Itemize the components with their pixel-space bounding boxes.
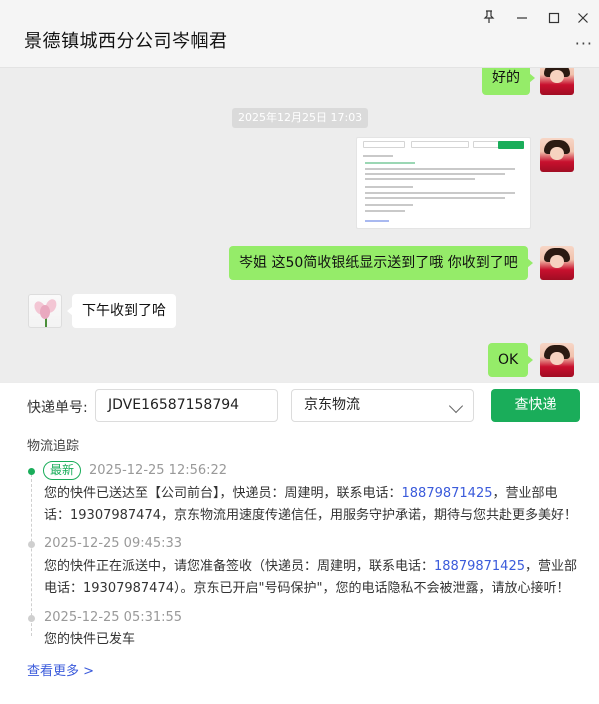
phone-link[interactable]: 18879871425	[402, 486, 493, 501]
event-time: 2025-12-25 05:31:55	[44, 610, 183, 625]
tracking-number-input[interactable]: JDVE16587158794	[95, 389, 278, 422]
event-text: 您的快件已发车	[44, 632, 136, 647]
event-description: 您的快件已送达至【公司前台】，快递员：周建明，联系电话：18879871425，…	[44, 483, 584, 527]
tracking-number-label: 快递单号:	[27, 400, 88, 416]
message-bubble-received[interactable]: 下午收到了哈	[67, 294, 176, 328]
contact-avatar[interactable]	[28, 294, 62, 328]
event-text: 您的快件正在派送中，请您准备签收（快递员：周建明，联系电话：	[44, 559, 435, 574]
message-bubble-sent[interactable]: OK	[488, 343, 534, 377]
timeline-dot	[28, 541, 35, 548]
message-timestamp: 2025年12月25日 17:03	[232, 108, 369, 128]
query-express-button[interactable]: 查快递	[491, 389, 580, 422]
view-more-link[interactable]: 查看更多 >	[27, 660, 94, 679]
event-text: 话：19307987474，京东物流用速度传递信任，用服务守护承诺，期待与您共赴…	[44, 508, 577, 523]
carrier-select[interactable]: 京东物流	[291, 389, 474, 422]
chevron-down-icon	[448, 398, 464, 414]
minimize-icon[interactable]	[511, 10, 533, 32]
my-avatar[interactable]	[540, 246, 574, 280]
event-text: 电话：19307987474）。京东已开启"号码保护"，您的电话隐私不会被泄露，…	[44, 581, 570, 596]
message-image-screenshot[interactable]	[356, 137, 531, 229]
event-text: ，营业部	[525, 559, 578, 574]
close-icon[interactable]	[572, 10, 594, 32]
chat-title: 景德镇城西分公司岑帼君	[24, 31, 228, 52]
title-bar: 景德镇城西分公司岑帼君 ···	[0, 0, 599, 68]
my-avatar[interactable]	[540, 138, 574, 172]
timeline-dot	[28, 615, 35, 622]
event-text: ，营业部电	[492, 486, 558, 501]
my-avatar[interactable]	[540, 343, 574, 377]
maximize-icon[interactable]	[543, 10, 565, 32]
section-title: 物流追踪	[27, 439, 80, 454]
timeline-dot-active	[28, 468, 35, 475]
chat-message-list[interactable]: 好的 2025年12月25日 17:03 岑姐 这50简收银纸显示送到了哦 你收…	[0, 68, 599, 382]
more-options-icon[interactable]: ···	[575, 34, 593, 53]
carrier-select-value: 京东物流	[304, 397, 360, 413]
event-description: 您的快件已发车	[44, 629, 584, 651]
express-tracking-panel: 快递单号: JDVE16587158794 京东物流 查快递 物流追踪 最新 2…	[0, 382, 599, 704]
message-bubble-sent[interactable]: 岑姐 这50简收银纸显示送到了哦 你收到了吧	[229, 246, 533, 280]
message-bubble-sent[interactable]: 好的	[482, 68, 535, 95]
latest-badge: 最新	[43, 461, 82, 480]
event-text: 您的快件已送达至【公司前台】，快递员：周建明，联系电话：	[44, 486, 402, 501]
my-avatar[interactable]	[540, 68, 574, 95]
event-time: 2025-12-25 09:45:33	[44, 536, 183, 551]
timeline-line	[31, 474, 32, 636]
event-description: 您的快件正在派送中，请您准备签收（快递员：周建明，联系电话：1887987142…	[44, 556, 584, 600]
phone-link[interactable]: 18879871425	[434, 559, 525, 574]
pin-icon[interactable]	[478, 10, 500, 32]
event-time: 2025-12-25 12:56:22	[89, 463, 228, 478]
